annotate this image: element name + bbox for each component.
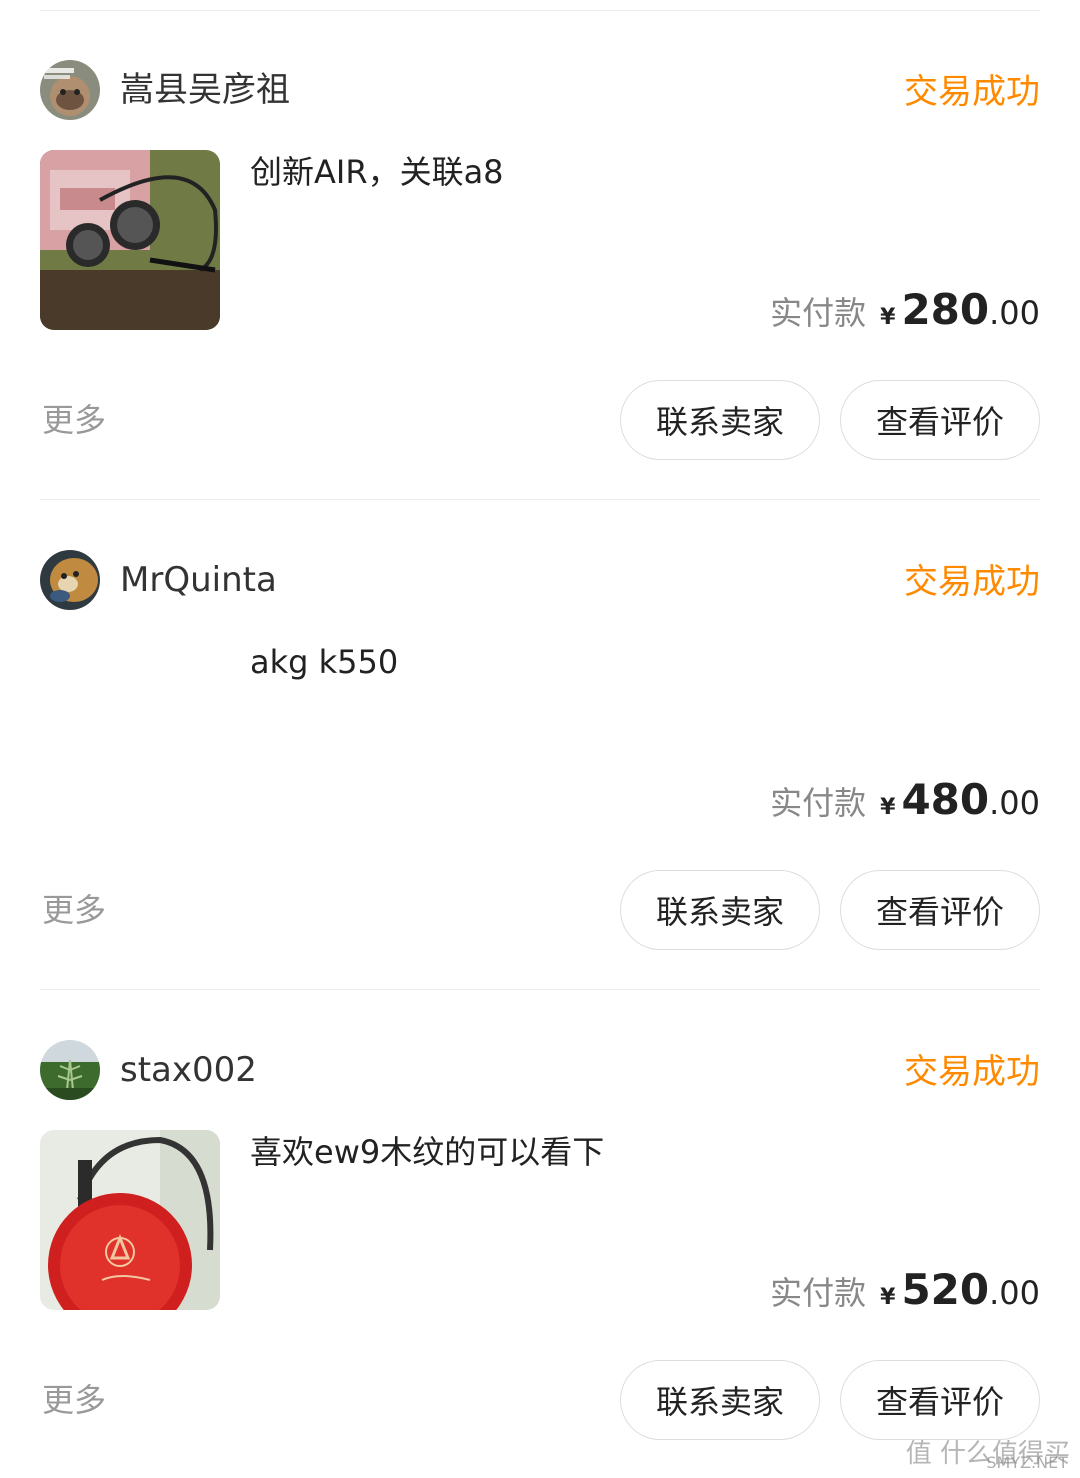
watermark-site: SMYZ.NET xyxy=(986,1453,1068,1472)
price-row: 实付款 ¥ 280 .00 xyxy=(770,285,1040,345)
price-integer: 280 xyxy=(901,285,990,334)
currency-symbol: ¥ xyxy=(880,1285,896,1310)
contact-seller-button[interactable]: 联系卖家 xyxy=(620,1360,820,1440)
seller-avatar[interactable] xyxy=(40,60,100,120)
product-title[interactable]: akg k550 xyxy=(250,640,398,684)
seller-row[interactable]: MrQuinta 交易成功 xyxy=(40,550,1040,610)
order-status: 交易成功 xyxy=(904,562,1040,602)
seller-name[interactable]: MrQuinta xyxy=(120,558,277,602)
price-decimal: .00 xyxy=(989,1274,1040,1312)
price-integer: 520 xyxy=(901,1265,990,1314)
price-label: 实付款 xyxy=(770,784,867,822)
order-list-page: 嵩县吴彦祖 交易成功 创新AIR，关联a8 实付款 ¥ 280 .00 更多 联… xyxy=(0,0,1080,1478)
currency-symbol: ¥ xyxy=(880,795,896,820)
order-card[interactable]: MrQuinta 交易成功 akg k550 实付款 ¥ 480 .00 更多 … xyxy=(40,500,1040,990)
price-row: 实付款 ¥ 520 .00 xyxy=(770,1265,1040,1325)
seller-row[interactable]: stax002 交易成功 xyxy=(40,1040,1040,1100)
seller-name[interactable]: 嵩县吴彦祖 xyxy=(120,68,290,112)
price-row: 实付款 ¥ 480 .00 xyxy=(770,775,1040,835)
product-thumbnail[interactable] xyxy=(40,150,220,330)
order-status: 交易成功 xyxy=(904,72,1040,112)
contact-seller-button[interactable]: 联系卖家 xyxy=(620,870,820,950)
order-card[interactable]: 嵩县吴彦祖 交易成功 创新AIR，关联a8 实付款 ¥ 280 .00 更多 联… xyxy=(40,10,1040,500)
view-review-button[interactable]: 查看评价 xyxy=(840,380,1040,460)
seller-name[interactable]: stax002 xyxy=(120,1048,257,1092)
order-status: 交易成功 xyxy=(904,1052,1040,1092)
order-card[interactable]: stax002 交易成功 喜欢ew9木纹的可以看下 实付款 ¥ 520 .00 … xyxy=(40,990,1040,1478)
seller-avatar[interactable] xyxy=(40,1040,100,1100)
product-thumbnail[interactable] xyxy=(40,1130,220,1310)
price-label: 实付款 xyxy=(770,294,867,332)
contact-seller-button[interactable]: 联系卖家 xyxy=(620,380,820,460)
more-button[interactable]: 更多 xyxy=(42,398,106,442)
view-review-button[interactable]: 查看评价 xyxy=(840,870,1040,950)
price-label: 实付款 xyxy=(770,1274,867,1312)
more-button[interactable]: 更多 xyxy=(42,1378,106,1422)
product-title[interactable]: 喜欢ew9木纹的可以看下 xyxy=(250,1130,604,1174)
currency-symbol: ¥ xyxy=(880,305,896,330)
view-review-button[interactable]: 查看评价 xyxy=(840,1360,1040,1440)
price-integer: 480 xyxy=(901,775,990,824)
seller-avatar[interactable] xyxy=(40,550,100,610)
price-decimal: .00 xyxy=(989,784,1040,822)
more-button[interactable]: 更多 xyxy=(42,888,106,932)
price-decimal: .00 xyxy=(989,294,1040,332)
watermark: 值 什么值得买 SMYZ.NET xyxy=(906,1433,1070,1472)
seller-row[interactable]: 嵩县吴彦祖 交易成功 xyxy=(40,60,1040,120)
product-title[interactable]: 创新AIR，关联a8 xyxy=(250,150,504,194)
